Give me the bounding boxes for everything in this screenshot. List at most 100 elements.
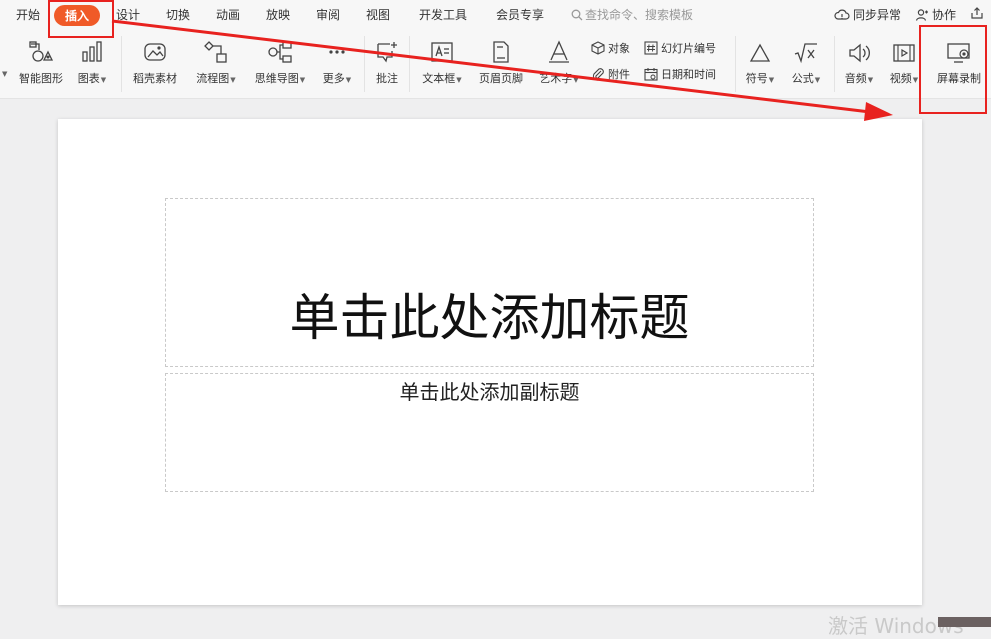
share-button[interactable] [970,6,987,20]
formula-icon [794,43,817,64]
speaker-icon [849,43,870,63]
video-icon [893,44,915,62]
textbox-button[interactable]: 文本框▼ [418,38,466,86]
user-icon [915,9,928,21]
cloud-icon [834,9,850,20]
symbol-label: 符号 [745,72,768,85]
flowchart-icon [204,41,227,63]
tab-developer[interactable]: 开发工具 [419,6,467,23]
audio-button[interactable]: 音频▼ [842,38,876,86]
tab-start[interactable]: 开始 [16,6,40,23]
audio-label: 音频 [844,72,867,85]
taskbar-corner [938,617,991,627]
chart-label: 图表 [77,72,100,85]
command-search[interactable]: 查找命令、搜索模板 [571,6,693,23]
chevron-down-icon: ▼ [299,76,306,84]
tab-design[interactable]: 设计 [116,6,140,23]
chevron-down-icon: ▼ [768,76,775,84]
comment-add-icon [377,42,397,63]
header-footer-button[interactable]: 页眉页脚 [476,38,526,86]
mindmap-button[interactable]: 思维导图▼ [250,38,310,86]
search-icon [571,9,583,21]
share-icon [971,7,983,19]
textbox-label: 文本框 [422,72,456,85]
daoke-materials-button[interactable]: 稻壳素材 [130,38,180,86]
textbox-icon [431,42,453,62]
more-label: 更多 [322,72,345,85]
slide-number-button[interactable]: 幻灯片编号 [644,40,716,56]
wordart-button[interactable]: 艺术字▼ [536,38,582,86]
comment-label: 批注 [376,72,398,85]
title-placeholder[interactable]: 单击此处添加标题 [165,198,814,367]
smartart-icon [29,41,54,62]
more-icon [329,50,345,54]
video-button[interactable]: 视频▼ [886,38,922,86]
divider [409,36,410,92]
menu-bar: 开始 插入 设计 切换 动画 放映 审阅 视图 开发工具 会员专享 查找命令、搜… [0,0,991,30]
flowchart-button[interactable]: 流程图▼ [192,38,240,86]
video-label: 视频 [889,72,912,85]
search-placeholder: 查找命令、搜索模板 [585,8,694,22]
triangle-symbol-icon [749,43,771,62]
chevron-down-icon: ▼ [573,76,579,84]
comment-button[interactable]: 批注 [372,38,402,86]
smartart-label: 智能图形 [19,72,63,85]
divider [121,36,122,92]
attachment-button[interactable]: 附件 [591,66,630,82]
tab-review[interactable]: 审阅 [316,6,340,23]
mindmap-label: 思维导图 [254,72,299,85]
more-button[interactable]: 更多▼ [318,38,356,86]
chart-button[interactable]: 图表▼ [74,38,110,86]
chevron-down-icon: ▼ [814,76,821,84]
tab-animation[interactable]: 动画 [216,6,240,23]
divider [735,36,736,92]
datetime-label: 日期和时间 [661,68,716,81]
calendar-icon [644,68,658,81]
tab-member[interactable]: 会员专享 [496,6,544,23]
flowchart-label: 流程图 [196,72,230,85]
chevron-down-icon: ▼ [867,76,874,84]
annotation-box-insert-tab [48,0,114,38]
wordart-icon [549,40,569,63]
daoke-label: 稻壳素材 [133,72,177,85]
mindmap-icon [268,41,292,63]
subtitle-placeholder-text: 单击此处添加副标题 [399,380,580,404]
formula-label: 公式 [791,72,814,85]
title-placeholder-text: 单击此处添加标题 [289,289,690,347]
subtitle-placeholder[interactable]: 单击此处添加副标题 [165,373,814,492]
attachment-label: 附件 [608,68,630,81]
chevron-down-icon: ▼ [345,76,352,84]
cube-icon [591,41,605,55]
chevron-down-icon: ▼ [230,76,236,84]
tab-transition[interactable]: 切换 [166,6,190,23]
slide-canvas[interactable]: 单击此处添加标题 单击此处添加副标题 [58,119,922,605]
smartart-button[interactable]: 智能图形 [16,38,66,86]
sync-label: 同步异常 [853,8,902,22]
tab-view[interactable]: 视图 [366,6,390,23]
slide-number-label: 幻灯片编号 [661,42,716,55]
annotation-box-screen-record [919,25,987,114]
object-button[interactable]: 对象 [591,40,630,56]
formula-button[interactable]: 公式▼ [789,38,823,86]
chevron-down-icon: ▼ [456,76,462,84]
object-label: 对象 [608,42,630,55]
divider [364,36,365,92]
hash-icon [644,41,658,55]
header-footer-icon [493,41,509,63]
chevron-down-icon: ▼ [100,76,107,84]
insert-ribbon: ▼ 智能图形 图表▼ 稻壳素材 流程图▼ 思维导图▼ 更多▼ 批注 文本框▼ 页… [0,30,991,99]
datetime-button[interactable]: 日期和时间 [644,66,716,82]
symbol-button[interactable]: 符号▼ [743,38,777,86]
sync-status[interactable]: 同步异常 [834,6,901,23]
bar-chart-icon [82,41,102,62]
collab-label: 协作 [932,8,957,22]
tab-slideshow[interactable]: 放映 [266,6,290,23]
wordart-label: 艺术字 [539,72,573,85]
chevron-down-icon[interactable]: ▼ [2,70,7,78]
collab-button[interactable]: 协作 [915,6,956,23]
header-footer-label: 页眉页脚 [479,72,523,85]
image-library-icon [144,43,166,61]
chevron-down-icon: ▼ [912,76,919,84]
divider [834,36,835,92]
paperclip-icon [592,68,604,81]
